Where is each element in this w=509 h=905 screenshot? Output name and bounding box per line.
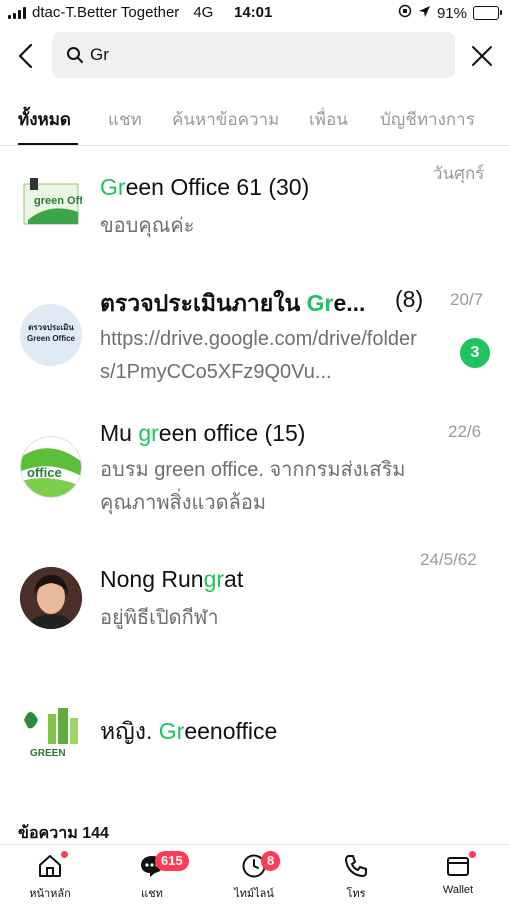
cellular-signal-icon (8, 6, 26, 19)
avatar (20, 567, 82, 629)
battery-icon (473, 6, 502, 20)
chat-unread-badge: 615 (155, 851, 189, 871)
result-preview: ขอบคุณค่ะ (100, 215, 195, 237)
search-header (0, 32, 509, 80)
title-match: gr (203, 566, 225, 592)
result-title: หญิง. Greenoffice (100, 714, 277, 750)
result-date: วันศุกร์ (433, 164, 485, 183)
result-date: 20/7 (450, 290, 484, 309)
nav-wallet[interactable]: Wallet (418, 851, 498, 896)
clock: 14:01 (234, 4, 273, 21)
title-match: gr (138, 420, 159, 446)
nav-label: โทร (346, 888, 366, 900)
title-text: eenoffice (184, 718, 278, 744)
result-member-count: (8) (395, 286, 424, 312)
nav-label: Wallet (442, 884, 474, 896)
result-title: Mu green office (15) (100, 420, 305, 447)
notification-dot (469, 851, 476, 858)
avatar-label-line: ตรวจประเมิน (28, 323, 74, 332)
search-icon (66, 46, 84, 69)
title-match: Gr (100, 174, 126, 200)
timeline-icon: 8 (241, 851, 281, 879)
filter-tabs: ทั้งหมด แชท ค้นหาข้อความ เพื่อน บัญชีทาง… (0, 90, 509, 146)
wallet-icon (445, 851, 476, 879)
search-input[interactable] (90, 40, 440, 70)
title-text: e... (333, 290, 366, 316)
avatar-label: ตรวจประเมิน Green Office (20, 322, 82, 344)
result-title: Green Office 61 (30) (100, 174, 309, 201)
title-match: Gr (306, 290, 334, 316)
chat-icon: 615 (139, 851, 189, 879)
result-preview: อบรม green office. จากกรมส่งเสริมคุณภาพส… (100, 459, 406, 514)
tab-chats[interactable]: แชท (108, 106, 142, 133)
avatar: GREEN (20, 700, 82, 762)
search-result-item[interactable]: GREEN หญิง. Greenoffice (0, 690, 509, 800)
nav-label: ไทม์ไลน์ (234, 888, 274, 900)
notification-dot (61, 851, 68, 858)
avatar-label-line: Green Office (26, 334, 75, 343)
search-result-item[interactable]: ตรวจประเมิน Green Office ตรวจประเมินภายใ… (0, 276, 509, 396)
avatar: ตรวจประเมิน Green Office (20, 304, 82, 366)
avatar: office (20, 436, 82, 498)
nav-label: แชท (141, 888, 163, 900)
title-text: Mu (100, 420, 139, 446)
search-result-item[interactable]: green Office Green Office 61 (30) ขอบคุณ… (0, 150, 509, 260)
result-title: ตรวจประเมินภายใน Gre... (100, 286, 365, 322)
nav-label: หน้าหลัก (29, 888, 71, 900)
back-button[interactable] (14, 42, 38, 70)
messages-section-header: ข้อความ 144 (18, 825, 109, 842)
timeline-badge: 8 (261, 851, 281, 871)
avatar-label: green Office (34, 195, 82, 207)
result-preview: https://drive.google.com/drive/folders/1… (100, 328, 417, 383)
title-match: Gr (158, 718, 185, 744)
tab-official-accounts[interactable]: บัญชีทางการ (380, 106, 475, 133)
tab-all[interactable]: ทั้งหมด (18, 106, 71, 133)
carrier-name: dtac-T.Better Together (32, 4, 180, 21)
title-text: หญิง. (100, 718, 159, 744)
avatar-label: GREEN (30, 748, 66, 759)
title-text: een office (15) (158, 420, 306, 446)
title-text: een Office 61 (30) (125, 174, 310, 200)
result-date: 24/5/62 (420, 550, 477, 569)
result-preview: อยู่พิธีเปิดกีฬา (100, 607, 219, 629)
search-result-item[interactable]: office Mu green office (15) อบรม green o… (0, 408, 509, 528)
chevron-left-icon (18, 43, 33, 69)
orientation-lock-icon (398, 4, 412, 22)
battery-percent: 91% (436, 4, 467, 22)
title-text: Nong Run (100, 566, 204, 592)
tab-friends[interactable]: เพื่อน (309, 106, 348, 133)
avatar: green Office (20, 172, 82, 234)
active-tab-indicator (18, 143, 78, 145)
bottom-navigation: หน้าหลัก 615 แชท 8 ไทม์ไลน์ โทร Wallet (0, 844, 509, 905)
phone-icon (343, 853, 369, 879)
tab-message-search[interactable]: ค้นหาข้อความ (172, 106, 279, 133)
result-date: 22/6 (448, 422, 482, 441)
search-box[interactable] (52, 32, 455, 78)
search-result-item[interactable]: Nong Rungrat อยู่พิธีเปิดกีฬา 24/5/62 (0, 540, 509, 660)
network-type: 4G (193, 4, 214, 21)
nav-calls[interactable]: โทร (316, 853, 396, 902)
location-icon (418, 5, 431, 22)
title-text: ตรวจประเมินภายใน (100, 290, 307, 316)
unread-badge: 3 (460, 338, 490, 368)
home-icon (37, 851, 68, 879)
result-title: Nong Rungrat (100, 566, 243, 593)
close-icon (472, 46, 492, 66)
status-bar: dtac-T.Better Together 4G 14:01 91% (0, 0, 509, 28)
title-text: at (224, 566, 244, 592)
nav-timeline[interactable]: 8 ไทม์ไลน์ (214, 851, 294, 902)
clear-search-button[interactable] (470, 44, 494, 68)
nav-home[interactable]: หน้าหลัก (10, 851, 90, 902)
nav-chats[interactable]: 615 แชท (112, 851, 192, 902)
avatar-label: office (27, 465, 62, 480)
